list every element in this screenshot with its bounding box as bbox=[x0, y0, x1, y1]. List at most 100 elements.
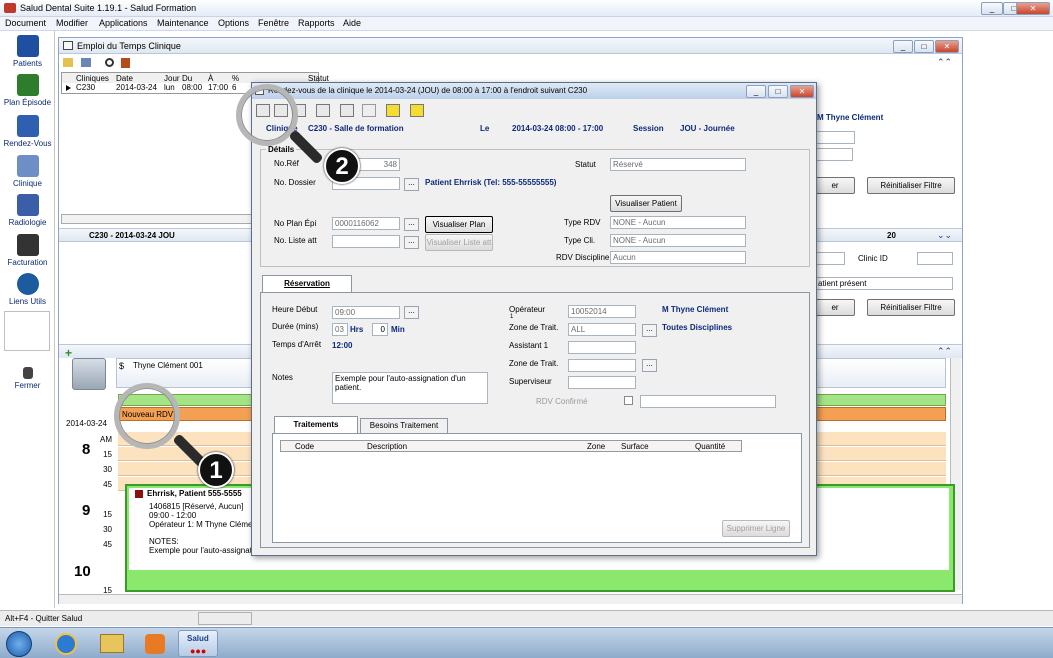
sidebar-item-rendez-vous[interactable]: Rendez-Vous bbox=[0, 115, 55, 148]
clinic-id-input-2[interactable] bbox=[917, 252, 953, 265]
sidebar-item-plan-episode[interactable]: Plan Épisode bbox=[0, 74, 55, 107]
search-icon[interactable] bbox=[105, 58, 114, 67]
filter-left-button-2[interactable]: er bbox=[815, 299, 855, 316]
menu-document[interactable]: Document bbox=[5, 18, 46, 28]
col-jour[interactable]: Jour bbox=[164, 74, 180, 83]
filter-select-1[interactable] bbox=[815, 131, 855, 144]
zone2-field[interactable] bbox=[568, 359, 636, 372]
filter-left-button[interactable]: er bbox=[815, 177, 855, 194]
clinic-id-input[interactable] bbox=[815, 252, 845, 265]
col-a[interactable]: À bbox=[208, 74, 213, 83]
assistant-select[interactable] bbox=[568, 341, 636, 354]
menu-rapports[interactable]: Rapports bbox=[298, 18, 335, 28]
clinic-icon[interactable] bbox=[340, 104, 354, 117]
minimize-button[interactable]: _ bbox=[981, 2, 1003, 15]
present-select[interactable]: atient présent bbox=[815, 277, 953, 290]
superviseur-select[interactable] bbox=[568, 376, 636, 389]
heure-picker-button[interactable]: ... bbox=[404, 306, 419, 319]
rdvconf-select[interactable] bbox=[640, 395, 776, 408]
col-quantite[interactable]: Quantité bbox=[695, 442, 725, 451]
noplan-lookup-button[interactable]: ... bbox=[404, 218, 419, 231]
menu-modifier[interactable]: Modifier bbox=[56, 18, 88, 28]
col-cliniques[interactable]: Cliniques bbox=[76, 74, 109, 83]
statut-select[interactable]: Réservé bbox=[610, 158, 746, 171]
heure-field[interactable]: 09:00 bbox=[332, 306, 400, 319]
schedule-maximize-button[interactable]: □ bbox=[914, 40, 934, 53]
sidebar-item-liens-utils[interactable]: Liens Utils bbox=[0, 273, 55, 306]
zone2-lookup-button[interactable]: ... bbox=[642, 359, 657, 372]
duree-hours-field[interactable]: 03 bbox=[332, 323, 348, 336]
add-icon[interactable]: + bbox=[65, 346, 72, 360]
schedule-minimize-button[interactable]: _ bbox=[893, 40, 913, 53]
view-waitlist-button[interactable]: Visualiser Liste att bbox=[425, 234, 493, 251]
tooth-icon bbox=[16, 155, 39, 177]
copy-icon[interactable] bbox=[362, 104, 376, 117]
status-text: Alt+F4 - Quitter Salud bbox=[5, 614, 83, 623]
operateur-field[interactable]: 10052014 bbox=[568, 305, 636, 318]
duree-min-field[interactable]: 0 bbox=[372, 323, 388, 336]
help-icon[interactable] bbox=[410, 104, 424, 117]
rdvdisc-select[interactable]: Aucun bbox=[610, 251, 746, 264]
nodossier-lookup-button[interactable]: ... bbox=[404, 178, 419, 191]
col-surface[interactable]: Surface bbox=[621, 442, 649, 451]
rdvconf-checkbox[interactable] bbox=[624, 396, 633, 405]
tab-reservation[interactable]: Réservation bbox=[262, 275, 352, 293]
appointment-patient: Ehrrisk, Patient 555-5555 bbox=[147, 489, 242, 498]
reset-filter-button[interactable]: Réinitialiser Filtre bbox=[867, 177, 955, 194]
dialog-maximize-button[interactable]: □ bbox=[768, 85, 788, 98]
expand-down-icon[interactable]: ⌄⌄ bbox=[937, 230, 952, 241]
patient-name[interactable]: Patient Ehrrisk (Tel: 555-55555555) bbox=[425, 178, 556, 187]
sidebar-item-fermer[interactable]: Fermer bbox=[0, 367, 55, 390]
undo-icon[interactable] bbox=[316, 104, 330, 117]
sidebar-item-clinique[interactable]: Clinique bbox=[0, 155, 55, 188]
schedule-close-button[interactable]: ✕ bbox=[935, 40, 959, 53]
reset-filter-button-2[interactable]: Réinitialiser Filtre bbox=[867, 299, 955, 316]
delete-line-button[interactable]: Supprimer Ligne bbox=[722, 520, 790, 537]
view-patient-button[interactable]: Visualiser Patient bbox=[610, 195, 682, 212]
filter-select-2[interactable] bbox=[815, 148, 853, 161]
taskbar-salud-button[interactable]: Salud ●●● bbox=[178, 630, 218, 657]
folder-icon[interactable] bbox=[63, 58, 73, 67]
clipboard-icon[interactable] bbox=[121, 58, 130, 68]
close-button[interactable]: ✕ bbox=[1016, 2, 1050, 15]
typecli-select[interactable]: NONE - Aucun bbox=[610, 234, 746, 247]
typerdv-select[interactable]: NONE - Aucun bbox=[610, 216, 746, 229]
zone1-lookup-button[interactable]: ... bbox=[642, 324, 657, 337]
col-description[interactable]: Description bbox=[367, 442, 407, 451]
calendar-collapse-icon[interactable]: ⌃⌃ bbox=[937, 346, 952, 357]
tab-traitements[interactable]: Traitements bbox=[274, 416, 358, 434]
col-du[interactable]: Du bbox=[182, 74, 192, 83]
view-plan-button[interactable]: Visualiser Plan bbox=[425, 216, 493, 233]
menu-maintenance[interactable]: Maintenance bbox=[157, 18, 209, 28]
noplan-field[interactable]: 0000116062 bbox=[332, 217, 400, 230]
media-player-icon[interactable] bbox=[145, 634, 165, 654]
col-pct[interactable]: % bbox=[232, 74, 239, 83]
collapse-up-icon[interactable]: ⌃⌃ bbox=[937, 57, 952, 68]
col-zone[interactable]: Zone bbox=[587, 442, 605, 451]
provider-icon: $ bbox=[119, 361, 125, 371]
menu-applications[interactable]: Applications bbox=[99, 18, 148, 28]
sidebar-item-facturation[interactable]: Facturation bbox=[0, 234, 55, 267]
sidebar-item-patients[interactable]: Patients bbox=[0, 35, 55, 68]
noliste-lookup-button[interactable]: ... bbox=[404, 236, 419, 249]
ie-icon[interactable] bbox=[55, 633, 77, 655]
tab-besoins-traitement[interactable]: Besoins Traitement bbox=[360, 418, 448, 434]
zone1-field[interactable]: ALL bbox=[568, 323, 636, 336]
dialog-close-button[interactable]: ✕ bbox=[790, 85, 814, 98]
notes-textarea[interactable]: Exemple pour l'auto-assignation d'un pat… bbox=[332, 372, 488, 404]
menu-options[interactable]: Options bbox=[218, 18, 249, 28]
menu-fenetre[interactable]: Fenêtre bbox=[258, 18, 289, 28]
grid-scrollbar[interactable] bbox=[61, 214, 256, 224]
col-code[interactable]: Code bbox=[295, 442, 314, 451]
start-button-icon[interactable] bbox=[6, 631, 32, 657]
list-icon[interactable] bbox=[81, 58, 91, 67]
provider-name: Thyne Clément 001 bbox=[133, 361, 203, 370]
noliste-field[interactable] bbox=[332, 235, 400, 248]
sidebar-item-radiologie[interactable]: Radiologie bbox=[0, 194, 55, 227]
dialog-minimize-button[interactable]: _ bbox=[746, 85, 766, 98]
calendar-hscroll[interactable] bbox=[59, 594, 962, 604]
alert-icon[interactable] bbox=[386, 104, 400, 117]
col-date[interactable]: Date bbox=[116, 74, 133, 83]
explorer-icon[interactable] bbox=[100, 634, 124, 653]
menu-aide[interactable]: Aide bbox=[343, 18, 361, 28]
